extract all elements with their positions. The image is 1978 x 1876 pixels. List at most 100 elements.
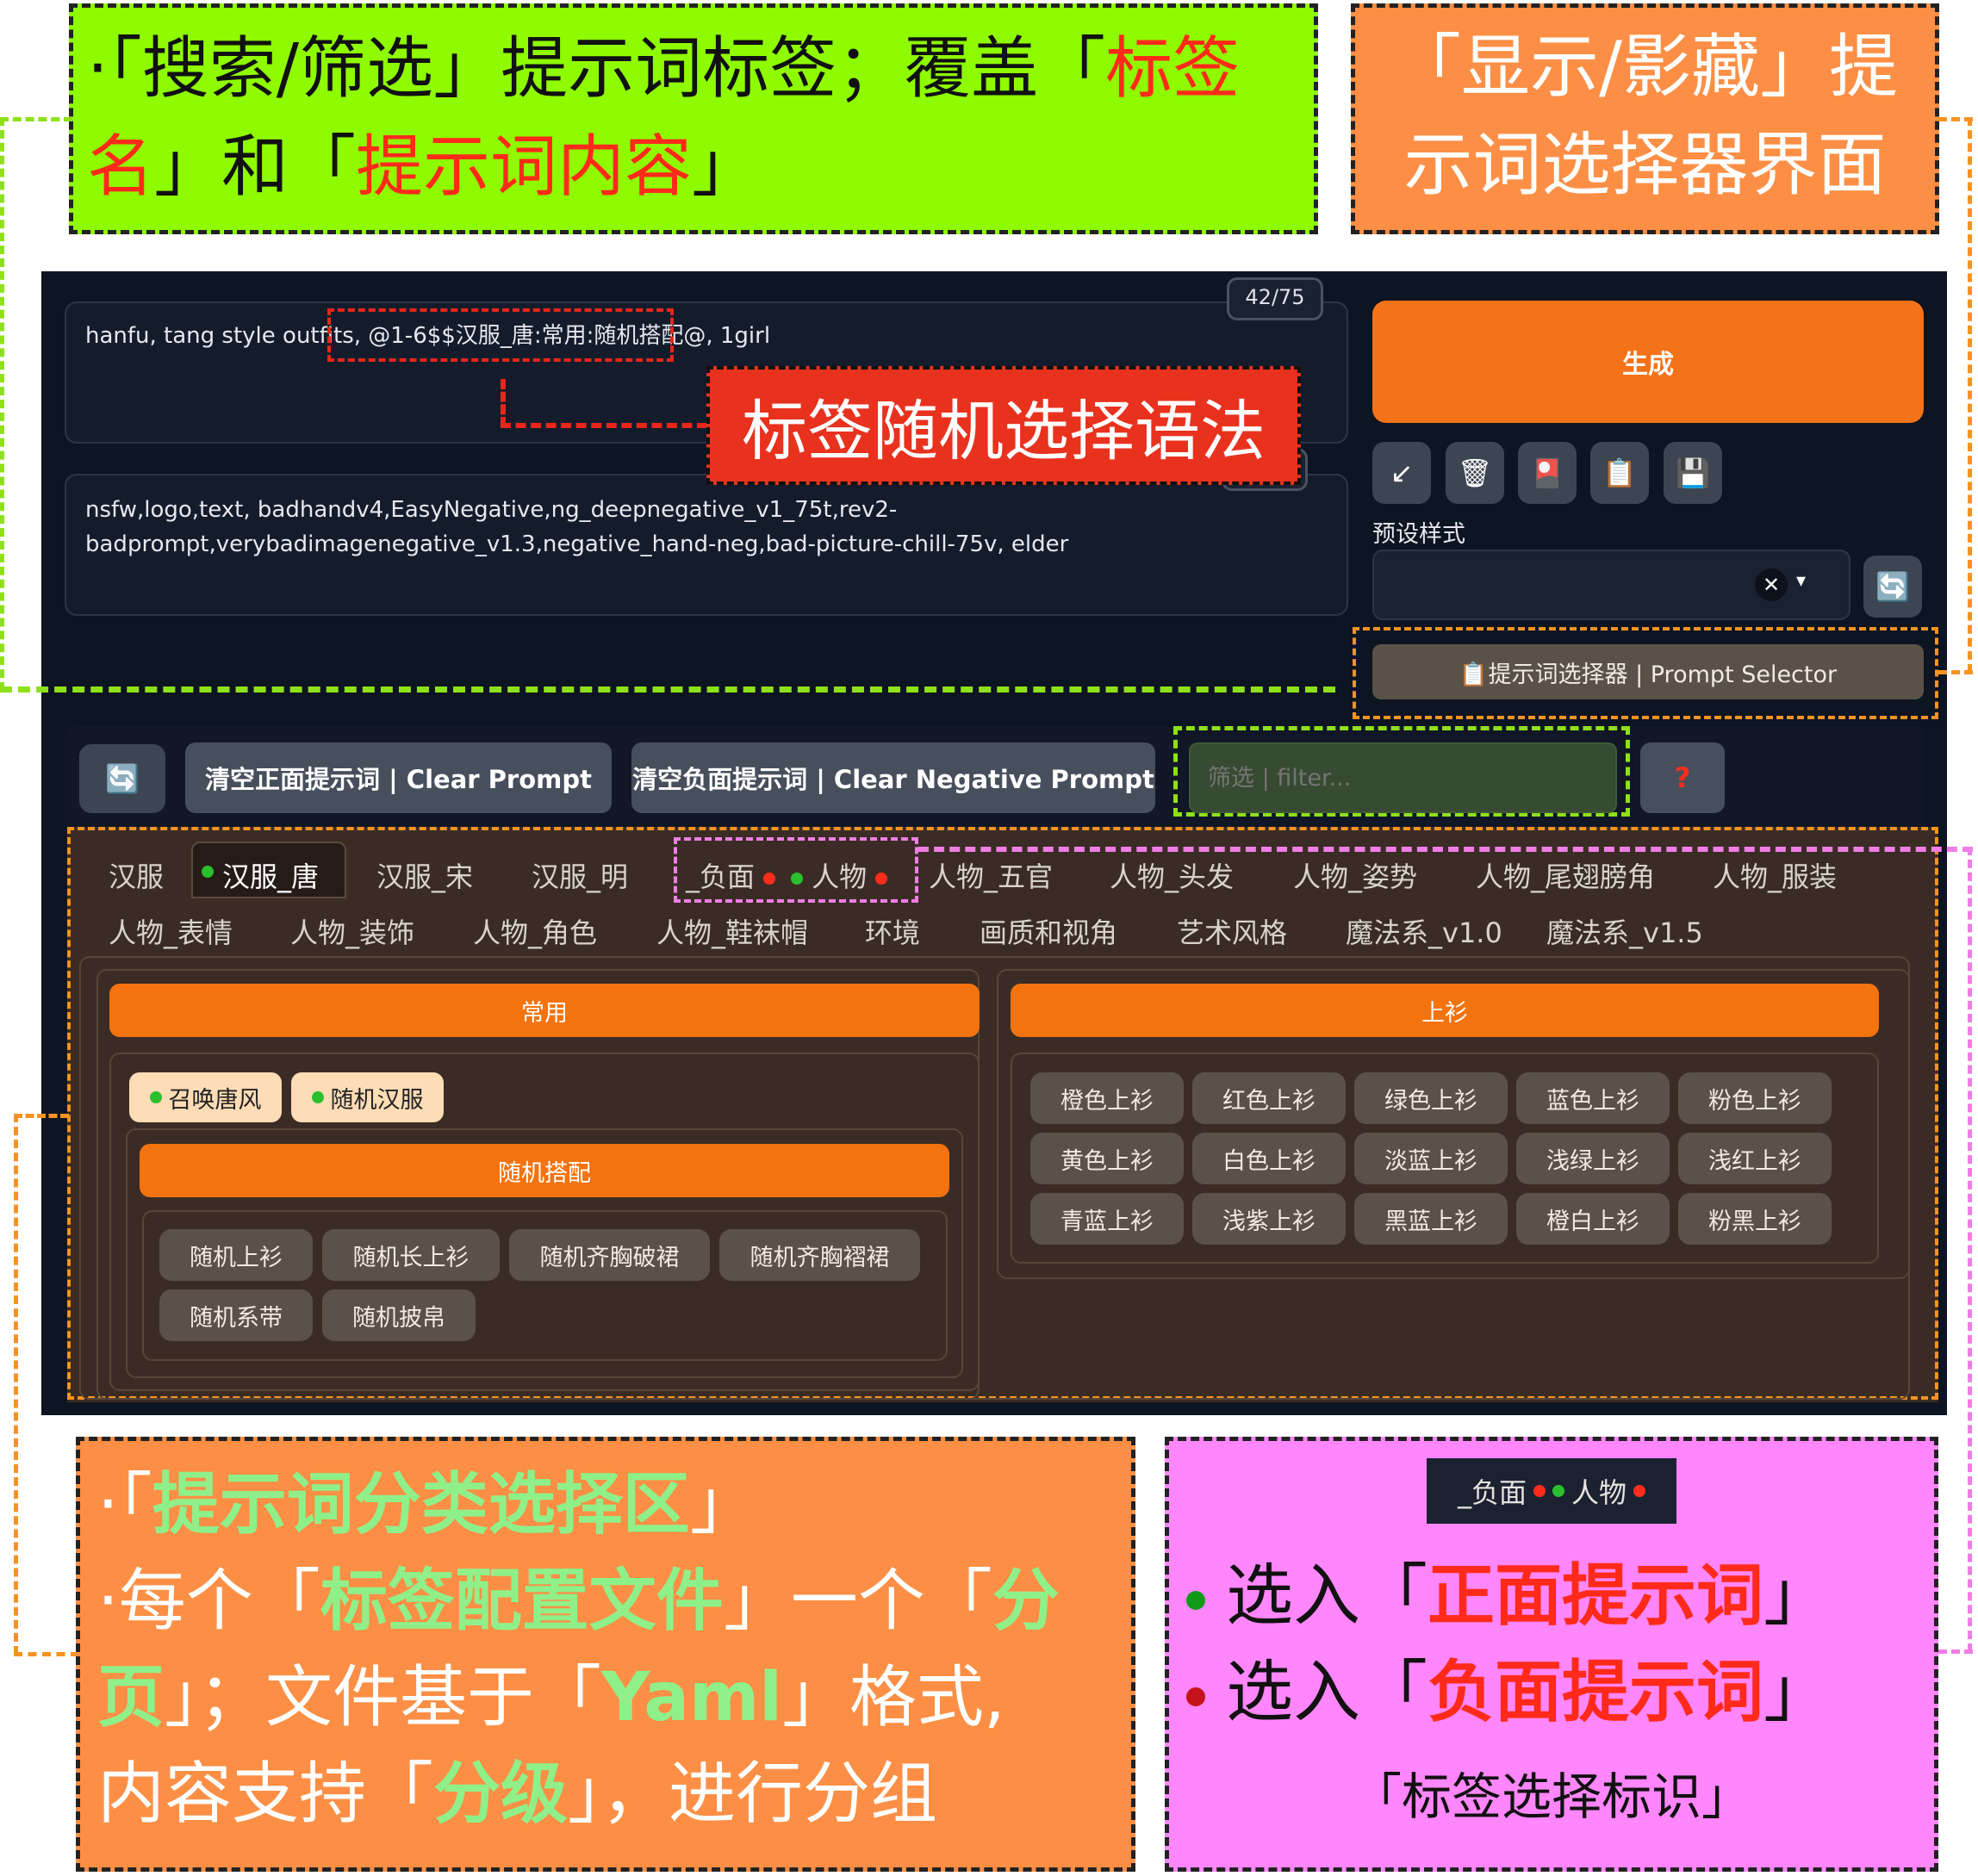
syntax-connector-vertical	[501, 379, 506, 427]
panel-right-header[interactable]: 上衫	[1011, 984, 1879, 1037]
tag-chip-top-color[interactable]: 粉黑上衫	[1678, 1193, 1832, 1245]
tag-chip-label: 随机汉服	[330, 1086, 424, 1114]
annotation-category-line3: 内容支持「分级」，进行分组	[97, 1746, 1114, 1842]
tab-person[interactable]: 人物	[791, 855, 888, 895]
tag-chip-random-long-top[interactable]: 随机长上衫	[322, 1229, 500, 1281]
tab-art-style[interactable]: 艺术风格	[1177, 911, 1287, 951]
annotation-search-middle: 」和「	[154, 128, 357, 206]
chevron-down-icon[interactable]: ▾	[1796, 570, 1806, 592]
clipboard-icon[interactable]: 📋	[1590, 442, 1649, 504]
tab-hanfu-tang-active[interactable]: 汉服_唐	[191, 842, 346, 898]
trash-icon[interactable]: 🗑	[1446, 442, 1504, 504]
annotation-text: 」	[1763, 1557, 1832, 1635]
tag-chip-random-top[interactable]: 随机上衫	[159, 1229, 313, 1281]
tag-chip-top-color[interactable]: 黄色上衫	[1030, 1133, 1184, 1184]
positive-dot-icon	[1186, 1590, 1205, 1610]
tab-person-pose[interactable]: 人物_姿势	[1293, 855, 1417, 895]
tab-hanfu-tang-label: 汉服_唐	[222, 860, 320, 893]
prompt-selector-toggle-button[interactable]: 📋提示词选择器 | Prompt Selector	[1372, 644, 1924, 699]
marker-connector-top	[918, 847, 1973, 852]
annotation-toggle-ui: 「显示/影藏」提示词选择器界面	[1351, 3, 1939, 234]
syntax-connector-horizontal	[501, 423, 707, 428]
tab-person-hair[interactable]: 人物_头发	[1110, 855, 1234, 895]
tag-chip-top-color[interactable]: 浅绿上衫	[1516, 1133, 1670, 1184]
tag-chip-top-color[interactable]: 青蓝上衫	[1030, 1193, 1184, 1245]
tag-chip-top-color[interactable]: 橙白上衫	[1516, 1193, 1670, 1245]
tab-quality-view[interactable]: 画质和视角	[980, 911, 1117, 951]
extra-networks-icon[interactable]: 🎴	[1518, 442, 1577, 504]
tab-person-clothing[interactable]: 人物_服装	[1713, 855, 1837, 895]
clear-negative-prompt-button[interactable]: 清空负面提示词 | Clear Negative Prompt	[631, 742, 1155, 813]
tag-chip-random-ruqun-pleated[interactable]: 随机齐胸褶裙	[719, 1229, 920, 1281]
tab-person-accessory[interactable]: 人物_装饰	[290, 911, 414, 951]
annotation-category-line2: ·每个「标签配置文件」一个「分页」；文件基于「Yaml」格式,	[97, 1553, 1114, 1746]
save-style-icon[interactable]: 💾	[1664, 442, 1722, 504]
negative-dot-icon	[875, 873, 888, 885]
annotation-text: 」	[1763, 1654, 1832, 1731]
tag-chip-top-color[interactable]: 橙色上衫	[1030, 1072, 1184, 1124]
annotation-text: 」	[689, 1466, 757, 1544]
send-to-prompt-icon[interactable]: ↙	[1372, 442, 1431, 504]
tab-magic-v1-5[interactable]: 魔法系_v1.5	[1546, 911, 1703, 951]
tag-chip-random-ruqun-broken[interactable]: 随机齐胸破裙	[509, 1229, 710, 1281]
annotation-text: ·「	[97, 1466, 152, 1544]
positive-dot-icon	[1552, 1485, 1564, 1497]
category-connector-left	[14, 1114, 19, 1655]
negative-dot-icon	[1633, 1485, 1646, 1497]
tag-chip-random-hanfu[interactable]: 随机汉服	[291, 1072, 444, 1122]
tab-environment[interactable]: 环境	[865, 911, 920, 951]
tab-person-tail-wings[interactable]: 人物_尾翅膀角	[1476, 855, 1655, 895]
annotation-highlight: 正面提示词	[1428, 1557, 1764, 1635]
tag-chip-top-color[interactable]: 黑蓝上衫	[1354, 1193, 1508, 1245]
tag-chip-top-color[interactable]: 白色上衫	[1192, 1133, 1346, 1184]
annotation-text: 」；文件基于「	[165, 1659, 602, 1736]
tab-person-features[interactable]: 人物_五官	[929, 855, 1053, 895]
annotation-search-suffix: 」	[692, 128, 760, 206]
positive-dot-icon	[149, 1091, 162, 1103]
panel-left-sub-header[interactable]: 随机搭配	[140, 1144, 949, 1197]
generate-button[interactable]: 生成	[1372, 301, 1924, 423]
tag-chip-top-color[interactable]: 浅红上衫	[1678, 1133, 1832, 1184]
annotation-text: 选入「	[1226, 1654, 1428, 1731]
tab-person-shoes-hats[interactable]: 人物_鞋袜帽	[656, 911, 808, 951]
styles-dropdown[interactable]: ✕ ▾	[1372, 550, 1850, 620]
clear-prompt-button[interactable]: 清空正面提示词 | Clear Prompt	[185, 742, 612, 813]
tag-marker-sample-negative: _负面	[1457, 1476, 1527, 1509]
positive-dot-icon	[791, 873, 803, 885]
annotation-highlight: 分级	[433, 1755, 569, 1833]
tab-hanfu[interactable]: 汉服	[109, 855, 164, 895]
tag-marker-positive-line: 选入「正面提示词」	[1186, 1548, 1917, 1644]
annotation-search-highlight-content: 提示词内容	[356, 128, 693, 206]
annotation-text: 」，进行分组	[568, 1755, 938, 1833]
reload-tags-icon[interactable]: 🔄	[79, 744, 165, 813]
positive-prompt-text-after: 1girl	[712, 323, 771, 349]
negative-prompt-textarea[interactable]: nsfw,logo,text, badhandv4,EasyNegative,n…	[65, 474, 1348, 616]
refresh-styles-icon[interactable]: 🔄	[1863, 556, 1922, 618]
filter-input[interactable]	[1189, 742, 1617, 813]
tag-chip-random-sash[interactable]: 随机系带	[159, 1289, 313, 1341]
tag-chip-top-color[interactable]: 绿色上衫	[1354, 1072, 1508, 1124]
tab-hanfu-song[interactable]: 汉服_宋	[376, 855, 473, 895]
tab-negative[interactable]: _负面	[686, 855, 776, 895]
tag-chip-random-pibo[interactable]: 随机披帛	[322, 1289, 476, 1341]
tag-chip-top-color[interactable]: 淡蓝上衫	[1354, 1133, 1508, 1184]
tag-chip-top-color[interactable]: 粉色上衫	[1678, 1072, 1832, 1124]
annotation-search-filter: ·「搜索/筛选」提示词标签；覆盖「标签名」和「提示词内容」	[69, 3, 1318, 234]
tag-marker-sample: _负面 人物	[1427, 1458, 1676, 1524]
tab-person-expression[interactable]: 人物_表情	[109, 911, 233, 951]
panel-left-header[interactable]: 常用	[109, 984, 980, 1037]
negative-prompt-text: nsfw,logo,text, badhandv4,EasyNegative,n…	[85, 497, 1069, 557]
tag-chip-top-color[interactable]: 红色上衫	[1192, 1072, 1346, 1124]
tag-chip-top-color[interactable]: 浅紫上衫	[1192, 1193, 1346, 1245]
tag-marker-negative-line: 选入「负面提示词」	[1186, 1644, 1917, 1741]
tag-chip-summon-tang[interactable]: 召唤唐风	[129, 1072, 282, 1122]
positive-prompt-text-before: hanfu, tang style outfits,	[85, 323, 369, 349]
tab-person-role[interactable]: 人物_角色	[473, 911, 597, 951]
annotation-search-prefix: ·「搜索/筛选」提示词标签；覆盖「	[87, 30, 1106, 108]
tab-hanfu-ming[interactable]: 汉服_明	[532, 855, 628, 895]
tag-chip-top-color[interactable]: 蓝色上衫	[1516, 1072, 1670, 1124]
styles-clear-icon[interactable]: ✕	[1755, 568, 1788, 601]
help-button[interactable]: ?	[1640, 742, 1725, 813]
tab-magic-v1-0[interactable]: 魔法系_v1.0	[1346, 911, 1502, 951]
annotation-text: ·每个「	[97, 1562, 320, 1640]
